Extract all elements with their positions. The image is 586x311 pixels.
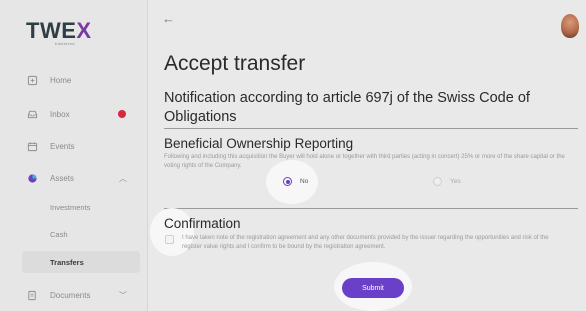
sidebar-item-assets[interactable]: Assets ︿ <box>18 166 142 190</box>
sidebar-subitem-investments[interactable]: Investments <box>22 196 140 218</box>
beneficial-ownership-text: Following and including this acquisition… <box>164 154 565 169</box>
sidebar-item-label: Documents <box>50 290 91 300</box>
chevron-up-icon[interactable]: ︿ <box>118 173 128 184</box>
sidebar-item-inbox[interactable]: Inbox <box>18 102 142 126</box>
page-title: Accept transfer <box>164 52 306 75</box>
sidebar-item-home[interactable]: Home <box>18 68 142 92</box>
sidebar-subitem-transfers[interactable]: Transfers <box>22 251 140 273</box>
radio-unselected-icon <box>433 177 442 186</box>
sidebar-item-label: Inbox <box>50 109 70 119</box>
home-icon <box>26 74 38 86</box>
back-arrow-icon[interactable]: ← <box>162 11 175 26</box>
pie-chart-icon <box>26 172 38 184</box>
confirmation-checkbox[interactable] <box>165 235 174 244</box>
sidebar-subitem-cash[interactable]: Cash <box>22 223 140 245</box>
avatar[interactable] <box>561 14 579 38</box>
page-subtitle: Notification according to article 697j o… <box>164 90 530 125</box>
sidebar-item-label: Assets <box>50 173 75 183</box>
confirmation-heading: Confirmation <box>164 216 241 231</box>
divider <box>164 208 578 209</box>
sidebar-item-label: Events <box>50 141 75 151</box>
notification-badge <box>118 110 126 118</box>
divider <box>164 128 578 129</box>
calendar-icon <box>26 140 38 152</box>
sidebar-item-label: Home <box>50 75 72 85</box>
inbox-icon <box>26 108 38 120</box>
confirmation-text: I have taken note of the registration ag… <box>182 235 549 250</box>
logo-subtitle: tokenized <box>55 41 75 46</box>
beneficial-ownership-heading: Beneficial Ownership Reporting <box>164 136 354 151</box>
radio-selected-icon <box>283 177 292 186</box>
submit-button[interactable]: Submit <box>342 278 404 298</box>
sidebar-item-events[interactable]: Events <box>18 134 142 158</box>
sidebar-item-documents[interactable]: Documents ﹀ <box>18 283 142 307</box>
chevron-down-icon[interactable]: ﹀ <box>118 290 128 301</box>
radio-option-no[interactable]: No <box>283 177 308 186</box>
radio-option-yes[interactable]: Yes <box>433 177 461 186</box>
sidebar: TWEX tokenized Home Inbox Events Assets … <box>0 0 148 311</box>
documents-icon <box>26 289 38 301</box>
